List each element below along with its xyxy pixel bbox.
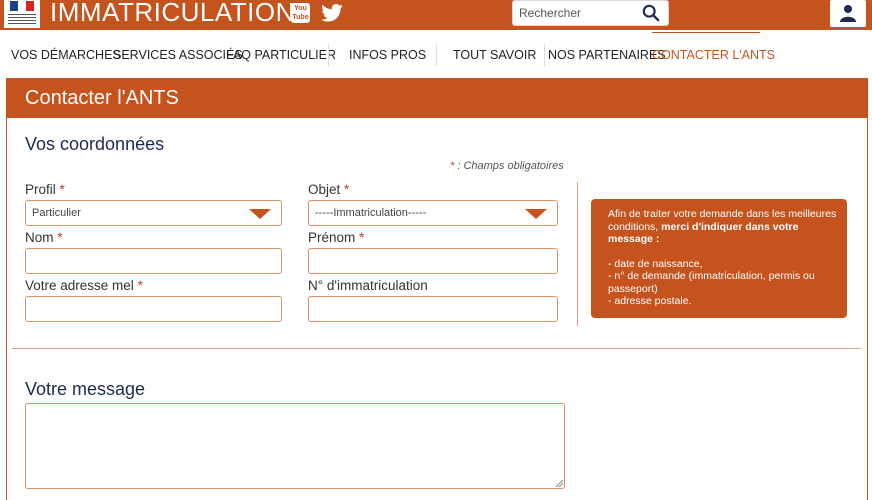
site-brand[interactable]: IMMATRICULATION xyxy=(50,0,295,28)
nav-divider xyxy=(436,44,437,66)
nav-item-contacter-ants[interactable]: CONTACTER L'ANTS xyxy=(652,48,775,62)
required-star: * xyxy=(57,230,63,245)
info-item: - date de naissance, xyxy=(608,257,703,270)
profil-select[interactable]: Particulier xyxy=(25,200,282,226)
email-label-text: Votre adresse mel xyxy=(25,278,134,293)
required-star: * xyxy=(344,182,350,197)
profil-label: Profil * xyxy=(25,182,65,197)
nav-item-infos-pros[interactable]: INFOS PROS xyxy=(349,48,426,62)
nom-input[interactable] xyxy=(25,248,282,274)
search-icon[interactable] xyxy=(642,4,660,22)
required-star: * xyxy=(137,278,143,293)
vertical-divider xyxy=(577,182,578,326)
required-fields-note: * : Champs obligatoires xyxy=(450,160,564,172)
nav-item-services-associes[interactable]: SERVICES ASSOCIÉS xyxy=(113,48,243,62)
required-note-text: : Champs obligatoires xyxy=(457,160,564,172)
nav-divider xyxy=(328,44,329,66)
nom-label: Nom * xyxy=(25,230,63,245)
objet-label: Objet * xyxy=(308,182,349,197)
page-title: Contacter l'ANTS xyxy=(25,87,179,109)
email-label: Votre adresse mel * xyxy=(25,278,143,293)
twitter-icon[interactable] xyxy=(321,4,343,22)
nom-label-text: Nom xyxy=(25,230,54,245)
nav-item-tout-savoir[interactable]: TOUT SAVOIR xyxy=(453,48,536,62)
email-input[interactable] xyxy=(25,296,282,322)
youtube-icon-text: You Tube xyxy=(292,5,309,21)
prenom-label-text: Prénom xyxy=(308,230,356,245)
search-box xyxy=(512,0,669,26)
logo-text-lines xyxy=(8,14,36,26)
youtube-icon[interactable]: You Tube xyxy=(291,3,310,23)
objet-label-text: Objet xyxy=(308,182,341,197)
profil-select-value: Particulier xyxy=(32,207,81,219)
profil-label-text: Profil xyxy=(25,182,56,197)
republique-francaise-logo[interactable] xyxy=(4,0,40,28)
objet-select[interactable]: -----Immatriculation----- xyxy=(308,200,558,226)
info-box: Afin de traiter votre demande dans les m… xyxy=(591,199,847,318)
section-divider xyxy=(12,348,861,349)
nav-divider xyxy=(544,44,545,66)
main-nav: VOS DÉMARCHES SERVICES ASSOCIÉS FAQ PART… xyxy=(0,30,872,76)
immatriculation-label: N° d'immatriculation xyxy=(308,278,428,293)
required-star: * xyxy=(450,160,455,172)
required-star: * xyxy=(359,230,365,245)
section-title-coordonnees: Vos coordonnées xyxy=(25,134,165,154)
top-header: IMMATRICULATION You Tube xyxy=(0,0,872,30)
prenom-label: Prénom * xyxy=(308,230,364,245)
chevron-down-icon xyxy=(249,209,271,219)
info-item: - adresse postale. xyxy=(608,295,692,307)
section-title-message: Votre message xyxy=(25,379,146,399)
search-input[interactable] xyxy=(519,4,637,22)
objet-select-value: -----Immatriculation----- xyxy=(315,207,427,219)
chevron-down-icon xyxy=(525,209,547,219)
nav-item-vos-demarches[interactable]: VOS DÉMARCHES xyxy=(11,48,121,62)
prenom-input[interactable] xyxy=(308,248,558,274)
nav-item-nos-partenaires[interactable]: NOS PARTENAIRES xyxy=(548,48,666,62)
user-icon xyxy=(840,5,856,22)
info-intro: Afin de traiter votre demande dans les m… xyxy=(608,208,837,246)
account-button[interactable] xyxy=(830,0,866,27)
required-star: * xyxy=(59,182,65,197)
active-nav-indicator xyxy=(652,32,760,33)
info-item: - n° de demande (immatriculation, permis… xyxy=(608,270,815,295)
page-title-bar: Contacter l'ANTS xyxy=(6,78,868,118)
nav-item-faq-particulier[interactable]: FAQ PARTICULIER xyxy=(226,48,336,62)
flag-icon xyxy=(10,1,34,11)
immatriculation-input[interactable] xyxy=(308,296,558,322)
message-textarea[interactable] xyxy=(25,403,565,489)
resize-handle-icon[interactable] xyxy=(555,479,563,487)
